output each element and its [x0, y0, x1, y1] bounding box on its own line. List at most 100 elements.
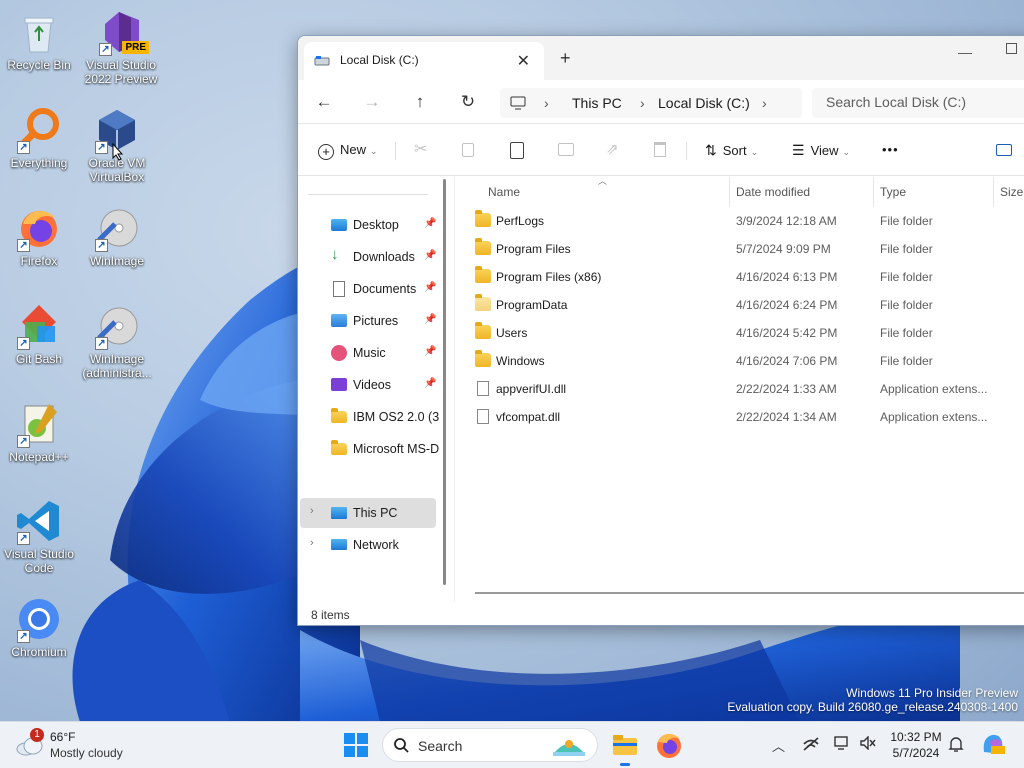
cut-button[interactable]: ✂	[414, 138, 427, 162]
maximize-button[interactable]	[1006, 43, 1017, 54]
windows-logo-icon	[344, 733, 368, 757]
new-tab-button[interactable]: +	[560, 48, 571, 69]
column-header-name[interactable]: Name	[488, 185, 520, 199]
computer-icon	[510, 96, 526, 113]
nav-item-desktop[interactable]: Desktop 📌	[300, 210, 436, 240]
nav-item-microsoft-ms-d[interactable]: Microsoft MS-D	[300, 434, 439, 464]
minimize-button[interactable]: —	[958, 44, 972, 60]
close-tab-icon[interactable]: ✕	[517, 51, 530, 71]
back-button[interactable]: ←	[310, 90, 338, 114]
desktop-icon-chromium[interactable]: ↗ Chromium	[0, 595, 78, 659]
search-input[interactable]	[826, 94, 1024, 110]
command-bar: + New ⌄ ✂ ⇗ ⇅ Sort ⌄ ☰ View ⌄ •••	[298, 124, 1024, 176]
file-name: Users	[496, 326, 528, 340]
volume-muted-icon[interactable]	[860, 735, 876, 753]
file-row-vfcompat[interactable]: vfcompat.dll 2/22/2024 1:34 AM Applicati…	[455, 403, 1024, 431]
winimage-icon: ↗	[93, 204, 141, 252]
expand-chevron-icon[interactable]: ›	[310, 537, 314, 549]
navigation-pane: Desktop 📌 ↓ Downloads 📌 Documents 📌 Pict…	[298, 177, 454, 602]
desktop-icon-winimage[interactable]: ↗ WinImage	[78, 204, 156, 268]
plus-circle-icon: +	[318, 144, 334, 160]
nav-item-pictures[interactable]: Pictures 📌	[300, 306, 436, 336]
nav-label: Microsoft MS-D	[353, 442, 439, 456]
delete-button[interactable]	[654, 138, 666, 162]
visual-studio-preview-icon: PRE ↗	[97, 8, 149, 56]
clipboard-icon	[510, 142, 524, 159]
desktop-icon-visual-studio-preview[interactable]: PRE ↗ Visual Studio 2022 Preview	[82, 8, 160, 86]
file-row-program-files-x86[interactable]: Program Files (x86) 4/16/2024 6:13 PM Fi…	[455, 263, 1024, 291]
file-name: vfcompat.dll	[496, 410, 561, 424]
search-box[interactable]	[812, 88, 1024, 118]
copy-button[interactable]	[462, 138, 474, 162]
nav-label: Network	[353, 538, 399, 552]
paste-button[interactable]	[510, 138, 524, 162]
view-button[interactable]: ☰ View ⌄	[792, 138, 850, 162]
taskbar-search[interactable]: Search	[382, 728, 598, 762]
file-row-programdata[interactable]: ProgramData 4/16/2024 6:24 PM File folde…	[455, 291, 1024, 319]
dll-file-icon	[477, 381, 489, 396]
copilot-preview-icon[interactable]	[980, 732, 1006, 759]
sort-button[interactable]: ⇅ Sort ⌄	[705, 138, 758, 162]
up-button[interactable]: ↑	[406, 90, 434, 114]
file-row-appverifui[interactable]: appverifUI.dll 2/22/2024 1:33 AM Applica…	[455, 375, 1024, 403]
nav-item-music[interactable]: Music 📌	[300, 338, 436, 368]
breadcrumb-expand-icon[interactable]: ›	[762, 95, 767, 111]
device-icon[interactable]	[834, 736, 850, 753]
weather-widget[interactable]: 1 66°F Mostly cloudy	[14, 727, 154, 763]
taskbar-file-explorer[interactable]	[610, 730, 640, 766]
file-row-perflogs[interactable]: PerfLogs 3/9/2024 12:18 AM File folder	[455, 207, 1024, 235]
column-header-size[interactable]: Size	[1000, 185, 1023, 199]
breadcrumb[interactable]: › This PC › Local Disk (C:) ›	[500, 88, 802, 118]
desktop-icon-vscode[interactable]: ↗ Visual Studio Code	[0, 497, 78, 575]
network-status-icon[interactable]	[802, 736, 820, 755]
desktop-icon	[331, 219, 347, 231]
desktop-icon-git-bash[interactable]: ↗ Git Bash	[0, 302, 78, 366]
start-button[interactable]	[343, 732, 369, 758]
refresh-button[interactable]: ↻	[454, 90, 482, 114]
new-button[interactable]: + New ⌄	[318, 138, 378, 162]
file-name: PerfLogs	[496, 214, 545, 228]
more-options-button[interactable]: •••	[882, 138, 899, 162]
notepad-plus-plus-icon: ↗	[15, 400, 63, 448]
file-date: 2/22/2024 1:33 AM	[736, 382, 837, 396]
show-hidden-icons-chevron-icon[interactable]: ︿	[772, 736, 785, 755]
nav-item-this-pc[interactable]: › This PC	[300, 498, 436, 528]
file-type: File folder	[880, 354, 933, 368]
system-clock[interactable]: 10:32 PM 5/7/2024	[884, 729, 948, 761]
file-date: 2/22/2024 1:34 AM	[736, 410, 837, 424]
desktop-icon-notepad-plus-plus[interactable]: ↗ Notepad++	[0, 400, 78, 464]
file-row-program-files[interactable]: Program Files 5/7/2024 9:09 PM File fold…	[455, 235, 1024, 263]
desktop-icon-label: WinImage (administra...	[82, 352, 152, 380]
nav-scrollbar[interactable]	[443, 179, 446, 585]
winimage-admin-icon: ↗	[93, 302, 141, 350]
desktop-icon-firefox[interactable]: ↗ Firefox	[0, 204, 78, 268]
column-header-date[interactable]: Date modified	[736, 185, 810, 199]
taskbar-firefox[interactable]	[654, 730, 684, 760]
file-name: appverifUI.dll	[496, 382, 567, 396]
forward-button[interactable]: →	[358, 90, 386, 114]
nav-item-ibm-os2[interactable]: IBM OS2 2.0 (3.5	[300, 402, 439, 432]
breadcrumb-local-disk[interactable]: Local Disk (C:)	[658, 95, 750, 111]
nav-label: IBM OS2 2.0 (3.5	[353, 410, 439, 424]
notification-bell-icon[interactable]	[948, 735, 964, 756]
column-header-type[interactable]: Type	[880, 185, 906, 199]
nav-item-videos[interactable]: Videos 📌	[300, 370, 436, 400]
desktop-icon-recycle-bin[interactable]: Recycle Bin	[0, 8, 78, 72]
file-row-windows[interactable]: Windows 4/16/2024 7:06 PM File folder	[455, 347, 1024, 375]
rename-button[interactable]	[558, 138, 574, 162]
title-bar: Local Disk (C:) ✕ + —	[298, 36, 1024, 80]
desktop-icon-everything[interactable]: ↗ Everything	[0, 106, 78, 170]
nav-item-documents[interactable]: Documents 📌	[300, 274, 436, 304]
details-pane-button[interactable]	[996, 138, 1012, 162]
evaluation-watermark: Windows 11 Pro Insider Preview Evaluatio…	[727, 686, 1018, 714]
expand-chevron-icon[interactable]: ›	[310, 505, 314, 517]
share-button[interactable]: ⇗	[606, 138, 619, 162]
breadcrumb-this-pc[interactable]: This PC	[572, 95, 622, 111]
horizontal-scrollbar[interactable]	[475, 592, 1024, 594]
folder-icon	[475, 266, 491, 283]
nav-item-network[interactable]: › Network	[300, 530, 436, 560]
tab-local-disk[interactable]: Local Disk (C:) ✕	[304, 42, 544, 80]
nav-item-downloads[interactable]: ↓ Downloads 📌	[300, 242, 436, 272]
desktop-icon-winimage-admin[interactable]: ↗ WinImage (administra...	[78, 302, 156, 380]
file-row-users[interactable]: Users 4/16/2024 5:42 PM File folder	[455, 319, 1024, 347]
